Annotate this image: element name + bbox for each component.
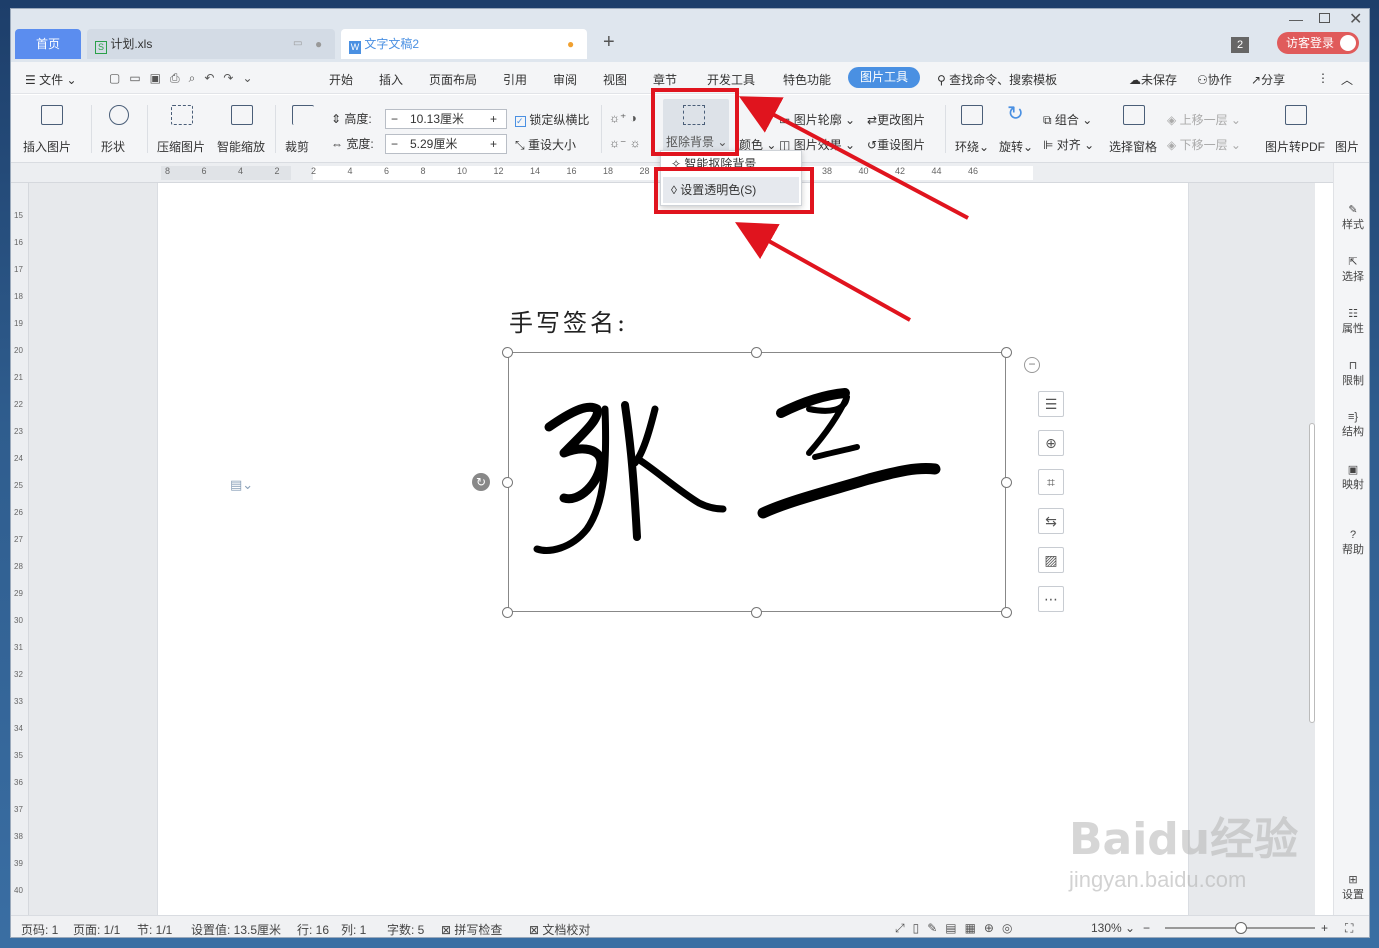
- annotation-arrows: [735, 96, 969, 322]
- arrow-to-set-transparent: [735, 222, 911, 322]
- arrow-to-remove-background: [738, 96, 969, 220]
